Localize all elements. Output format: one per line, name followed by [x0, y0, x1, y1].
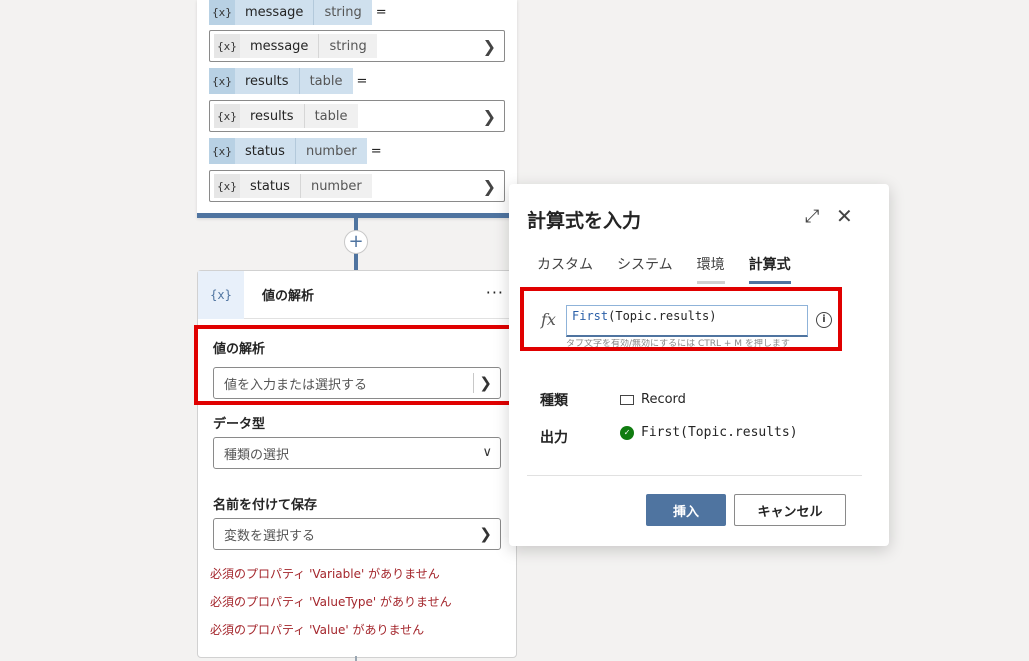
close-icon[interactable]: ✕	[836, 204, 853, 228]
variable-type: table	[298, 68, 353, 94]
variable-name: results	[235, 68, 299, 94]
expand-icon[interactable]: ⤢	[805, 206, 819, 227]
datatype-label: データ型	[213, 417, 266, 432]
value-type: string	[318, 34, 377, 58]
tab-system[interactable]: システム	[617, 254, 673, 282]
variable-row-message: {x} message string =	[209, 0, 387, 25]
value-name: message	[240, 34, 319, 58]
type-label: 種類	[540, 393, 568, 409]
cancel-button[interactable]: キャンセル	[734, 494, 846, 526]
variable-icon: {x}	[214, 104, 240, 128]
chevron-right-icon[interactable]: ❯	[483, 177, 496, 196]
output-value: ✓ First(Topic.results)	[620, 425, 798, 440]
variable-icon: {x}	[198, 270, 244, 319]
save-variable-placeholder: 変数を選択する	[224, 528, 316, 544]
datatype-select[interactable]: 種類の選択 ∨	[213, 437, 501, 469]
tab-formula[interactable]: 計算式	[748, 254, 791, 284]
value-box-status[interactable]: {x} status number ❯	[209, 170, 505, 202]
variable-type: number	[294, 138, 367, 164]
save-variable-select[interactable]: 変数を選択する ❯	[213, 518, 501, 550]
value-chip-status: {x} status number	[214, 174, 372, 198]
equals-sign: =	[375, 4, 387, 20]
value-chip-message: {x} message string	[214, 34, 377, 58]
save-as-label: 名前を付けて保存	[213, 498, 318, 513]
chevron-down-icon[interactable]: ∨	[482, 445, 492, 460]
dialog-divider	[527, 475, 862, 476]
error-message: 必須のプロパティ 'Value' がありません	[210, 623, 425, 637]
dialog-title: 計算式を入力	[527, 210, 642, 232]
chevron-right-icon[interactable]: ❯	[479, 525, 492, 543]
value-box-results[interactable]: {x} results table ❯	[209, 100, 505, 132]
value-chip-results: {x} results table	[214, 104, 358, 128]
value-type: table	[303, 104, 358, 128]
value-type: number	[299, 174, 372, 198]
output-label: 出力	[540, 430, 568, 446]
variable-row-results: {x} results table =	[209, 68, 367, 94]
parse-card-header: {x} 値の解析 ···	[198, 270, 516, 319]
set-variable-card: {x} message string = {x} message string …	[197, 0, 517, 218]
chevron-right-icon[interactable]: ❯	[483, 37, 496, 56]
value-name: status	[240, 174, 300, 198]
error-message: 必須のプロパティ 'Variable' がありません	[210, 567, 440, 581]
variable-name: message	[235, 0, 314, 25]
insert-button[interactable]: 挿入	[646, 494, 726, 526]
datatype-placeholder: 種類の選択	[224, 447, 290, 463]
type-value: Record	[620, 392, 686, 407]
parse-card-title: 値の解析	[262, 289, 315, 304]
variable-icon: {x}	[209, 0, 235, 25]
variable-name: status	[235, 138, 295, 164]
type-value-text: Record	[641, 392, 686, 407]
equals-sign: =	[370, 143, 382, 159]
highlight-box	[194, 325, 514, 405]
more-options-icon[interactable]: ···	[486, 283, 504, 302]
dialog-tabs: カスタム システム 環境 計算式	[537, 254, 815, 284]
variable-chip-status[interactable]: {x} status number	[209, 138, 367, 164]
add-node-button[interactable]: +	[344, 230, 368, 254]
variable-chip-message[interactable]: {x} message string	[209, 0, 372, 25]
output-value-text: First(Topic.results)	[641, 425, 798, 440]
variable-icon: {x}	[209, 138, 235, 164]
formula-dialog: 計算式を入力 ⤢ ✕ カスタム システム 環境 計算式 fx First(Top…	[509, 184, 889, 546]
check-circle-icon: ✓	[620, 425, 634, 440]
record-icon	[620, 394, 634, 405]
error-message: 必須のプロパティ 'ValueType' がありません	[210, 595, 452, 609]
tab-custom[interactable]: カスタム	[537, 254, 593, 282]
variable-icon: {x}	[214, 34, 240, 58]
tab-environment[interactable]: 環境	[696, 254, 725, 284]
chevron-right-icon[interactable]: ❯	[483, 107, 496, 126]
value-box-message[interactable]: {x} message string ❯	[209, 30, 505, 62]
variable-row-status: {x} status number =	[209, 138, 382, 164]
variable-type: string	[313, 0, 372, 25]
variable-chip-results[interactable]: {x} results table	[209, 68, 353, 94]
highlight-box	[520, 287, 842, 351]
variable-icon: {x}	[214, 174, 240, 198]
value-name: results	[240, 104, 304, 128]
equals-sign: =	[356, 73, 368, 89]
flow-connector	[355, 656, 357, 661]
variable-icon: {x}	[209, 68, 235, 94]
